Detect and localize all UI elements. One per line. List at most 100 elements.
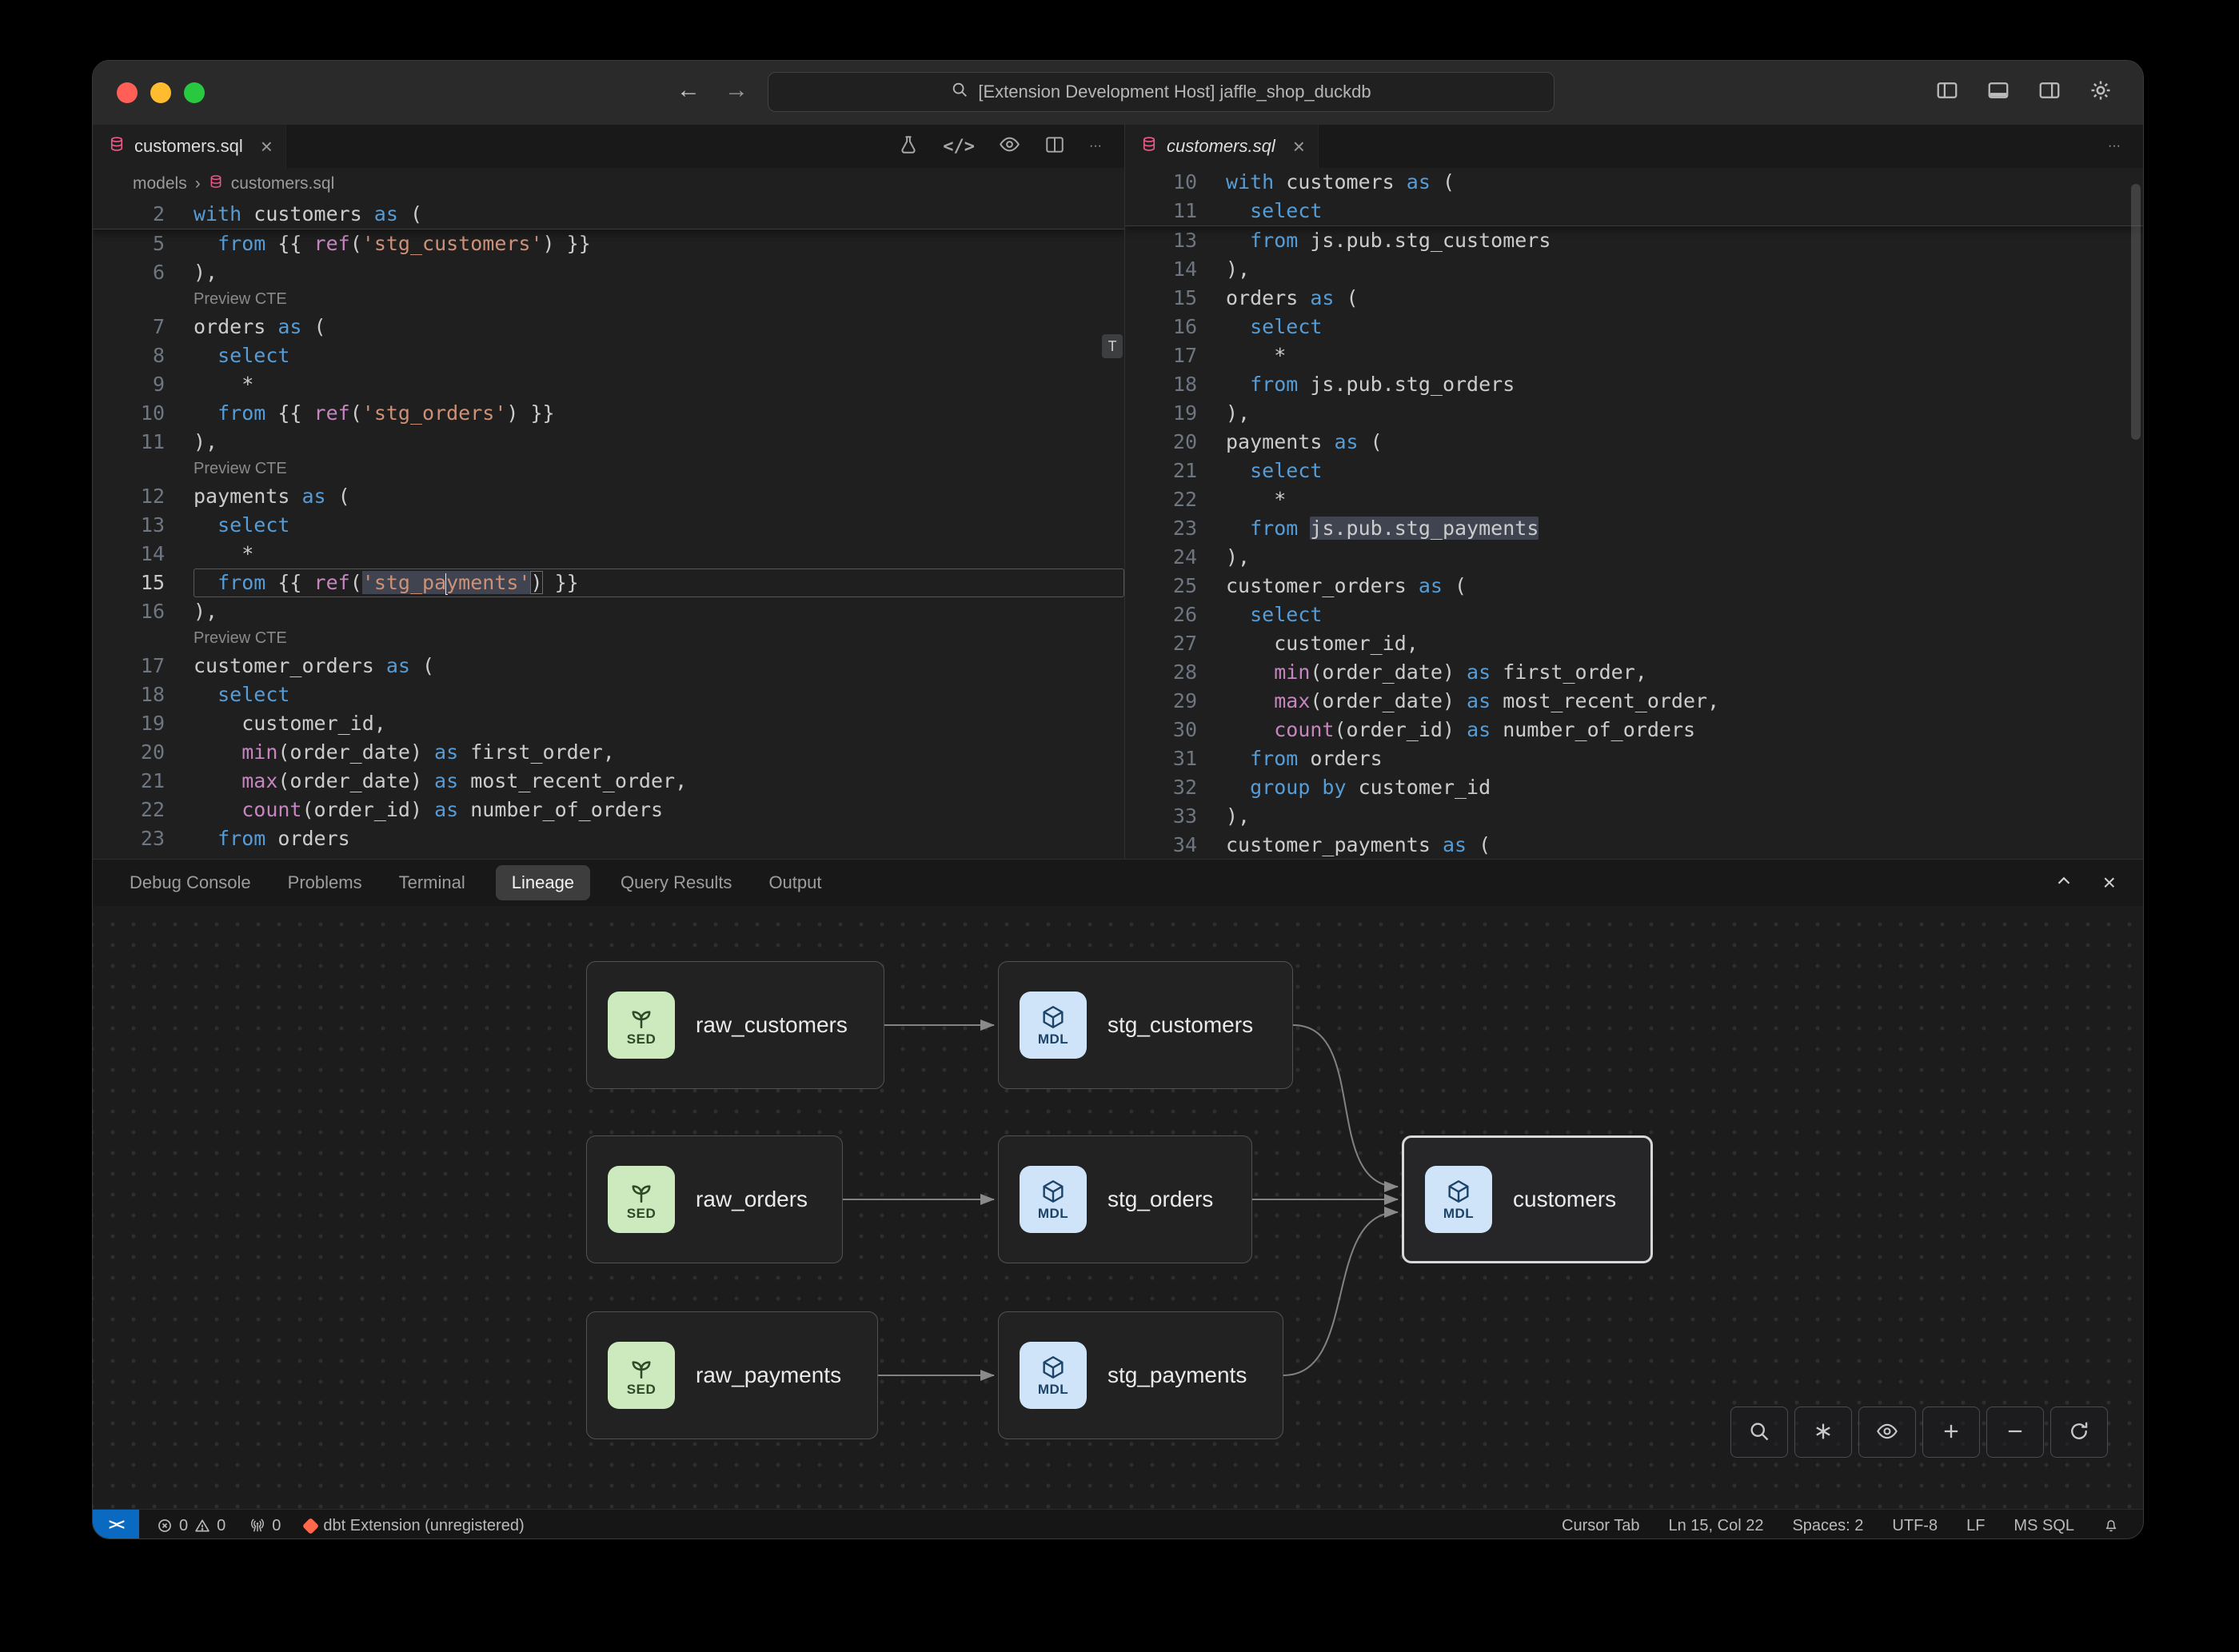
codelens-preview-cte[interactable]: Preview CTE	[93, 626, 1124, 652]
lineage-refresh-button[interactable]	[2050, 1407, 2108, 1458]
code-line[interactable]: 24),	[1125, 543, 2143, 572]
code-line[interactable]: 20payments as (	[1125, 428, 2143, 457]
code-line[interactable]: 29 max(order_date) as most_recent_order,	[1125, 687, 2143, 716]
lineage-search-button[interactable]	[1730, 1407, 1788, 1458]
zoom-window-button[interactable]	[184, 82, 205, 103]
forward-button[interactable]: →	[724, 77, 748, 104]
breadcrumb-models[interactable]: models	[133, 174, 187, 194]
toggle-secondary-sidebar-button[interactable]	[2037, 78, 2061, 102]
close-panel-button[interactable]: ×	[2103, 872, 2116, 894]
code-line[interactable]: 23 from orders	[93, 824, 1124, 853]
eol-status[interactable]: LF	[1966, 1517, 1985, 1535]
lineage-visibility-button[interactable]	[1858, 1407, 1916, 1458]
code-line[interactable]: 23 from js.pub.stg_payments	[1125, 514, 2143, 543]
toggle-panel-button[interactable]	[1986, 78, 2010, 102]
code-line[interactable]: 28 min(order_date) as first_order,	[1125, 658, 2143, 687]
lineage-focus-button[interactable]	[1794, 1407, 1852, 1458]
editor-scroll-decoration[interactable]: T	[1102, 334, 1123, 358]
code-line[interactable]: 2with customers as (	[93, 200, 1124, 229]
breadcrumb-file[interactable]: customers.sql	[231, 174, 335, 194]
editor-more-actions-button[interactable]: ···	[1089, 139, 1102, 154]
close-tab-icon[interactable]: ×	[261, 136, 273, 157]
lineage-node-stg_customers[interactable]: MDLstg_customers	[998, 961, 1293, 1089]
notifications-button[interactable]	[2103, 1518, 2119, 1534]
maximize-panel-button[interactable]	[2053, 871, 2074, 896]
code-line[interactable]: 13 from js.pub.stg_customers	[1125, 226, 2143, 255]
panel-tab-terminal[interactable]: Terminal	[399, 872, 465, 893]
code-line[interactable]: 26 select	[1125, 601, 2143, 629]
lineage-zoom-in-button[interactable]	[1922, 1407, 1980, 1458]
panel-tab-debug-console[interactable]: Debug Console	[130, 872, 251, 893]
code-line[interactable]: 12payments as (	[93, 482, 1124, 511]
code-editor-source[interactable]: 2with customers as ( 5 from {{ ref('stg_…	[93, 200, 1124, 859]
panel-tab-output[interactable]: Output	[768, 872, 821, 893]
code-line[interactable]: 30 count(order_id) as number_of_orders	[1125, 716, 2143, 744]
code-line[interactable]: 18 from js.pub.stg_orders	[1125, 370, 2143, 399]
panel-tab-lineage[interactable]: Lineage	[496, 865, 590, 900]
code-line[interactable]: 20 min(order_date) as first_order,	[93, 738, 1124, 767]
code-line[interactable]: 27 customer_id,	[1125, 629, 2143, 658]
dbt-extension-status[interactable]: dbt Extension (unregistered)	[305, 1517, 524, 1535]
lineage-node-raw_orders[interactable]: SEDraw_orders	[586, 1135, 843, 1263]
code-line[interactable]: 11 select	[1125, 197, 2143, 225]
code-line[interactable]: 6),	[93, 258, 1124, 287]
panel-tab-query-results[interactable]: Query Results	[621, 872, 732, 893]
code-line[interactable]: 21 select	[1125, 457, 2143, 485]
lineage-node-raw_customers[interactable]: SEDraw_customers	[586, 961, 884, 1089]
panel-tab-problems[interactable]: Problems	[288, 872, 362, 893]
problems-status[interactable]: 0 0	[157, 1517, 225, 1535]
code-line[interactable]: 31 from orders	[1125, 744, 2143, 773]
code-line[interactable]: 8 select	[93, 341, 1124, 370]
code-line[interactable]: 15orders as (	[1125, 284, 2143, 313]
run-tests-button[interactable]	[898, 134, 919, 159]
breadcrumb[interactable]: models › customers.sql	[93, 168, 1124, 200]
code-line[interactable]: 5 from {{ ref('stg_customers') }}	[93, 229, 1124, 258]
codelens-preview-cte[interactable]: Preview CTE	[93, 457, 1124, 482]
code-line[interactable]: 25customer_orders as (	[1125, 572, 2143, 601]
encoding-status[interactable]: UTF-8	[1892, 1517, 1938, 1535]
toggle-sidebar-button[interactable]	[1935, 78, 1959, 102]
code-line[interactable]: 16 select	[1125, 313, 2143, 341]
lineage-node-raw_payments[interactable]: SEDraw_payments	[586, 1311, 878, 1439]
close-window-button[interactable]	[117, 82, 138, 103]
code-line[interactable]: 18 select	[93, 680, 1124, 709]
language-mode-status[interactable]: MS SQL	[2014, 1517, 2074, 1535]
code-line[interactable]: 13 select	[93, 511, 1124, 540]
lineage-node-stg_orders[interactable]: MDLstg_orders	[998, 1135, 1252, 1263]
code-line[interactable]: 22 count(order_id) as number_of_orders	[93, 796, 1124, 824]
cursor-position-status[interactable]: Ln 15, Col 22	[1668, 1517, 1763, 1535]
compile-sql-button[interactable]: </>	[943, 137, 975, 157]
tab-customers-sql-preview[interactable]: customers.sql ×	[1125, 125, 1319, 168]
code-line[interactable]: 33),	[1125, 802, 2143, 831]
tab-customers-sql[interactable]: customers.sql ×	[93, 125, 286, 168]
code-line[interactable]: 17 *	[1125, 341, 2143, 370]
command-center-search[interactable]: [Extension Development Host] jaffle_shop…	[768, 72, 1555, 112]
code-line[interactable]: 34customer_payments as (	[1125, 831, 2143, 859]
lineage-canvas[interactable]: SEDraw_customers MDLstg_customers SEDraw_o…	[93, 906, 2143, 1509]
code-line[interactable]: 21 max(order_date) as most_recent_order,	[93, 767, 1124, 796]
lineage-node-stg_payments[interactable]: MDLstg_payments	[998, 1311, 1283, 1439]
close-tab-icon[interactable]: ×	[1293, 136, 1305, 157]
code-line[interactable]: 9 *	[93, 370, 1124, 399]
codelens-preview-cte[interactable]: Preview CTE	[93, 287, 1124, 313]
code-line[interactable]: 22 *	[1125, 485, 2143, 514]
code-line[interactable]: 14 *	[93, 540, 1124, 569]
code-editor-compiled[interactable]: 10with customers as (11 select 13 from j…	[1125, 168, 2143, 859]
indentation-status[interactable]: Spaces: 2	[1792, 1517, 1863, 1535]
editor-more-actions-button[interactable]: ···	[2108, 139, 2121, 154]
code-line[interactable]: 11),	[93, 428, 1124, 457]
remote-indicator[interactable]: ><	[93, 1510, 139, 1539]
code-line[interactable]: 14),	[1125, 255, 2143, 284]
minimize-window-button[interactable]	[150, 82, 171, 103]
code-line[interactable]: 15 from {{ ref('stg_payments') }}	[93, 569, 1124, 597]
scrollbar-thumb[interactable]	[2131, 184, 2141, 440]
code-line[interactable]: 7orders as (	[93, 313, 1124, 341]
cursor-tab-status[interactable]: Cursor Tab	[1562, 1517, 1639, 1535]
split-editor-button[interactable]	[1044, 134, 1065, 159]
code-line[interactable]: 32 group by customer_id	[1125, 773, 2143, 802]
preview-query-button[interactable]	[999, 134, 1020, 159]
lineage-node-customers[interactable]: MDLcustomers	[1402, 1135, 1653, 1263]
back-button[interactable]: ←	[676, 77, 700, 104]
code-line[interactable]: 10with customers as (	[1125, 168, 2143, 197]
ports-status[interactable]: 0	[249, 1517, 281, 1535]
